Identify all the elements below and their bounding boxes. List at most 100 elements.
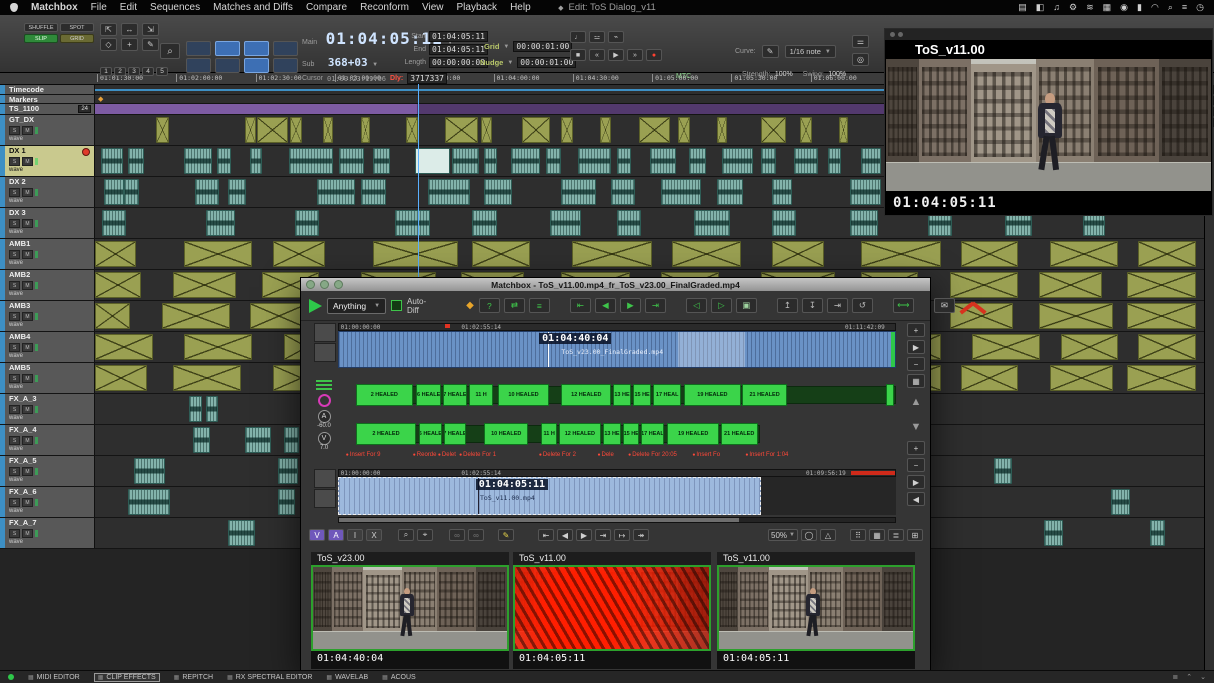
grid-view-icon[interactable]: ▦ — [869, 529, 885, 541]
audio-clip[interactable] — [184, 334, 253, 360]
metronome-icon[interactable]: ♩ — [570, 31, 586, 43]
track-view-selector[interactable]: wave — [9, 291, 92, 297]
play-icon[interactable]: ▶ — [907, 340, 925, 354]
track-view-selector[interactable]: wave — [9, 353, 92, 359]
track-view-selector[interactable]: wave — [9, 167, 92, 173]
record-ring-icon[interactable] — [318, 394, 331, 407]
solo-button[interactable]: S — [9, 436, 20, 445]
audio-clip[interactable] — [189, 396, 202, 422]
audio-clip[interactable] — [278, 458, 298, 484]
play-button[interactable]: ▶ — [608, 49, 624, 61]
mute-button[interactable]: M — [22, 188, 33, 197]
track-header[interactable]: FX_A_3SMwave — [0, 394, 95, 424]
grid-icon[interactable]: ▦ — [1103, 2, 1112, 13]
audio-clip[interactable] — [511, 148, 540, 174]
revert-icon[interactable]: ↺ — [852, 298, 873, 313]
preset-select[interactable]: Anything ▼ — [327, 298, 386, 314]
count-off-icon[interactable]: ⚍ — [589, 31, 605, 43]
vzoom-out-icon[interactable]: − — [907, 458, 925, 472]
audio-clip[interactable] — [1150, 520, 1165, 546]
audio-clip[interactable] — [339, 148, 364, 174]
audio-clip[interactable] — [484, 148, 497, 174]
step-forward-icon[interactable]: ▶ — [576, 529, 592, 541]
settings-icon[interactable]: ⚙ — [1069, 2, 1077, 13]
wifi-icon[interactable]: ◠ — [1151, 2, 1159, 13]
healed-block[interactable]: 2 HEALED — [356, 423, 416, 445]
audio-clip[interactable] — [794, 148, 818, 174]
healed-block[interactable]: 11 H — [469, 384, 493, 406]
heal-list-icon[interactable] — [312, 380, 336, 390]
pan-value[interactable]: 7.0 — [312, 445, 336, 451]
healed-block[interactable]: 6 HEALE — [416, 384, 441, 406]
collapse-down-icon[interactable]: ⌄ — [1200, 673, 1206, 681]
note-value-select[interactable]: 1/16 note ▼ — [785, 45, 836, 58]
healed-block[interactable]: 15 HE — [633, 384, 651, 406]
audio-clip[interactable] — [95, 272, 141, 298]
smart-tool-icon[interactable]: + — [121, 38, 138, 51]
audio-clip[interactable] — [101, 148, 123, 174]
gain-value[interactable]: -60.0 — [312, 423, 336, 429]
track-view-selector[interactable]: wave — [9, 446, 92, 452]
audio-clip[interactable] — [361, 179, 385, 205]
track-header[interactable]: GT_DXSMwave — [0, 115, 95, 145]
list-icon[interactable]: ≡ — [529, 298, 550, 313]
fast-forward-icon[interactable]: ↠ — [633, 529, 649, 541]
edit-marker[interactable]: ●Delete For 2 — [539, 452, 576, 458]
healed-block[interactable]: 17 HEAL — [653, 384, 681, 406]
audio-clip[interactable] — [217, 148, 231, 174]
video-minimize-icon[interactable] — [898, 32, 903, 37]
airplay-icon[interactable]: ≋ — [1086, 2, 1094, 13]
menu-item-reconform[interactable]: Reconform — [360, 2, 409, 13]
track-header[interactable]: AMB4SMwave — [0, 332, 95, 362]
track-header[interactable]: AMB3SMwave — [0, 301, 95, 331]
audio-clip[interactable] — [672, 241, 741, 267]
thumb-frame[interactable] — [513, 565, 711, 651]
audio-clip[interactable] — [95, 303, 130, 329]
memory-location-2[interactable]: 2 — [114, 67, 126, 76]
edit-marker[interactable]: ●Reorde — [413, 452, 437, 458]
audio-clip[interactable] — [1050, 365, 1113, 391]
jump-next-icon[interactable]: ↦ — [614, 529, 630, 541]
audio-clip[interactable] — [861, 241, 941, 267]
menu-item-edit[interactable]: Edit — [120, 2, 137, 13]
audio-monitor-button[interactable]: A — [318, 410, 331, 423]
memory-location-4[interactable]: 4 — [142, 67, 154, 76]
audio-clip[interactable] — [95, 365, 147, 391]
track-header[interactable]: Timecode — [0, 85, 95, 94]
audio-clip[interactable] — [950, 272, 1019, 298]
stop-button[interactable]: ■ — [570, 49, 586, 61]
mtc-indicator[interactable]: MTC — [676, 73, 691, 80]
pencil-tool-icon[interactable]: ✎ — [142, 38, 159, 51]
video-frame[interactable] — [886, 59, 1211, 191]
screen-record-icon[interactable]: ◉ — [1120, 2, 1128, 13]
track-header[interactable]: DX 1SMwave — [0, 146, 95, 176]
audio-clip[interactable] — [228, 179, 246, 205]
top-timeline-ruler[interactable]: 01:00:00:0001:02:55:1401:11:42:09 — [338, 323, 896, 331]
solo-button[interactable]: S — [9, 343, 20, 352]
track-view-selector[interactable]: wave — [9, 198, 92, 204]
healed-block[interactable]: 10 HEALED — [498, 384, 549, 406]
track-header[interactable]: FX_A_4SMwave — [0, 425, 95, 455]
audio-clip[interactable] — [128, 489, 170, 515]
audio-clip[interactable] — [415, 148, 450, 174]
healed-block[interactable] — [886, 384, 894, 406]
index-mode-button[interactable]: I — [347, 529, 363, 541]
nudge-dropdown-icon[interactable]: ▼ — [507, 60, 513, 66]
grabber-tool-button[interactable] — [273, 41, 298, 56]
circle-view-icon[interactable]: ◯ — [801, 529, 817, 541]
tiles-view-icon[interactable]: ⊞ — [907, 529, 923, 541]
audio-clip[interactable] — [452, 148, 478, 174]
scroll-up-icon[interactable]: ▲ — [907, 391, 925, 413]
display-icon[interactable]: ◧ — [1036, 2, 1045, 13]
memory-location-1[interactable]: 1 — [100, 67, 112, 76]
music-icon[interactable]: ♫ — [1053, 2, 1060, 13]
edit-marker[interactable]: ●Delet — [438, 452, 456, 458]
audio-clip[interactable] — [395, 210, 430, 236]
battery-icon[interactable]: ▮ — [1137, 2, 1142, 13]
audio-clip[interactable] — [472, 241, 530, 267]
audio-clip[interactable] — [373, 241, 458, 267]
menu-item-file[interactable]: File — [91, 2, 107, 13]
trim-right-icon[interactable]: ▷ — [711, 298, 732, 313]
menu-item-view[interactable]: View — [422, 2, 444, 13]
audio-clip[interactable] — [561, 117, 573, 143]
